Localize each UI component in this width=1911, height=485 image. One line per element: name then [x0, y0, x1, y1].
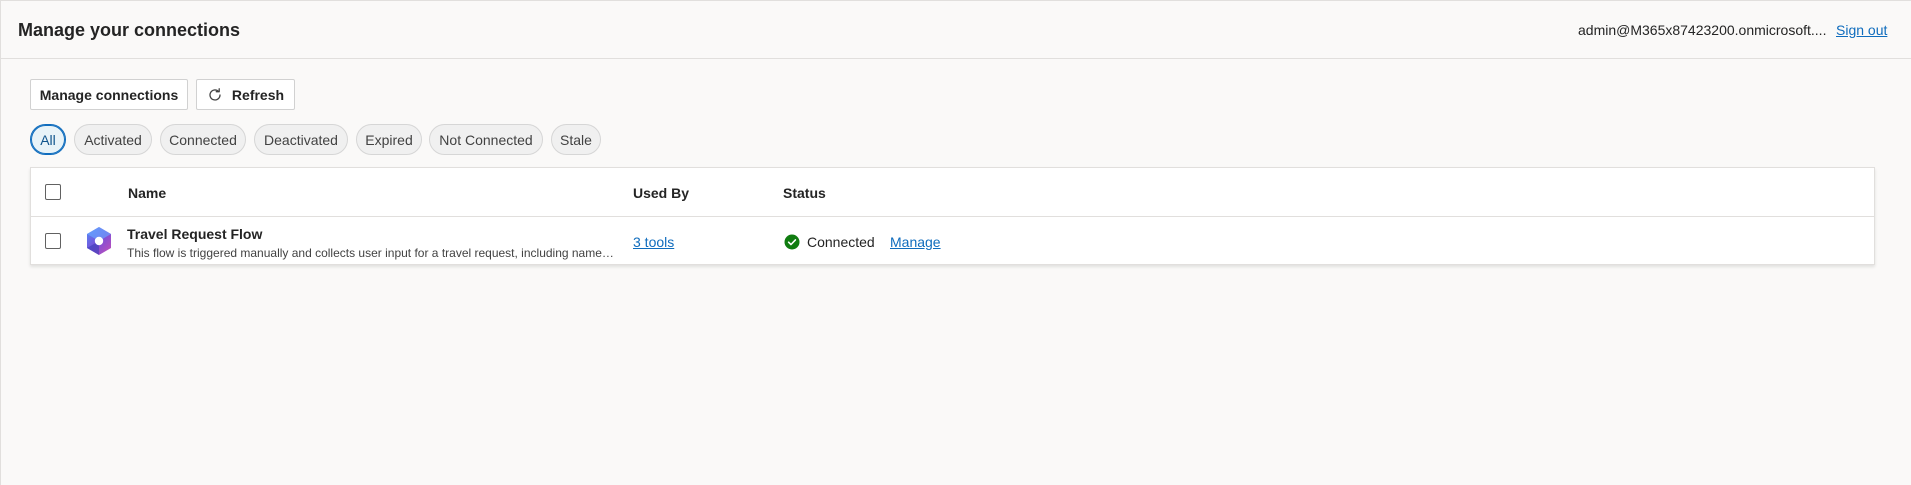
manage-connections-button[interactable]: Manage connections [30, 79, 188, 110]
user-email: admin@M365x87423200.onmicrosoft.... [1578, 22, 1827, 38]
refresh-label: Refresh [231, 86, 285, 103]
connections-page: Manage your connections admin@M365x87423… [0, 0, 1911, 485]
manage-link[interactable]: Manage [890, 234, 941, 250]
check-circle-icon [784, 234, 800, 250]
row-checkbox[interactable] [45, 233, 61, 249]
filter-all[interactable]: All [30, 124, 66, 155]
manage-connections-label: Manage connections [39, 86, 179, 103]
filter-not-connected[interactable]: Not Connected [429, 124, 543, 155]
sign-out-link[interactable]: Sign out [1836, 22, 1887, 38]
status-text: Connected [807, 234, 875, 250]
row-divider [31, 216, 1874, 217]
filter-connected[interactable]: Connected [160, 124, 246, 155]
connections-table: Name Used By Status Travel Request Flow … [30, 167, 1875, 265]
filter-stale[interactable]: Stale [551, 124, 601, 155]
page-title: Manage your connections [18, 20, 241, 40]
page-header: Manage your connections admin@M365x87423… [1, 1, 1911, 59]
refresh-button[interactable]: Refresh [196, 79, 295, 110]
column-header-used-by[interactable]: Used By [633, 185, 689, 201]
row-description: This flow is triggered manually and coll… [127, 246, 617, 260]
power-automate-flow-icon [87, 227, 111, 255]
refresh-icon [209, 87, 221, 101]
column-header-status[interactable]: Status [783, 185, 826, 201]
column-header-name[interactable]: Name [128, 185, 166, 201]
select-all-checkbox[interactable] [45, 184, 61, 200]
filter-activated[interactable]: Activated [74, 124, 152, 155]
used-by-link[interactable]: 3 tools [633, 234, 674, 250]
row-name: Travel Request Flow [127, 226, 263, 242]
filter-deactivated[interactable]: Deactivated [254, 124, 348, 155]
filter-expired[interactable]: Expired [356, 124, 422, 155]
